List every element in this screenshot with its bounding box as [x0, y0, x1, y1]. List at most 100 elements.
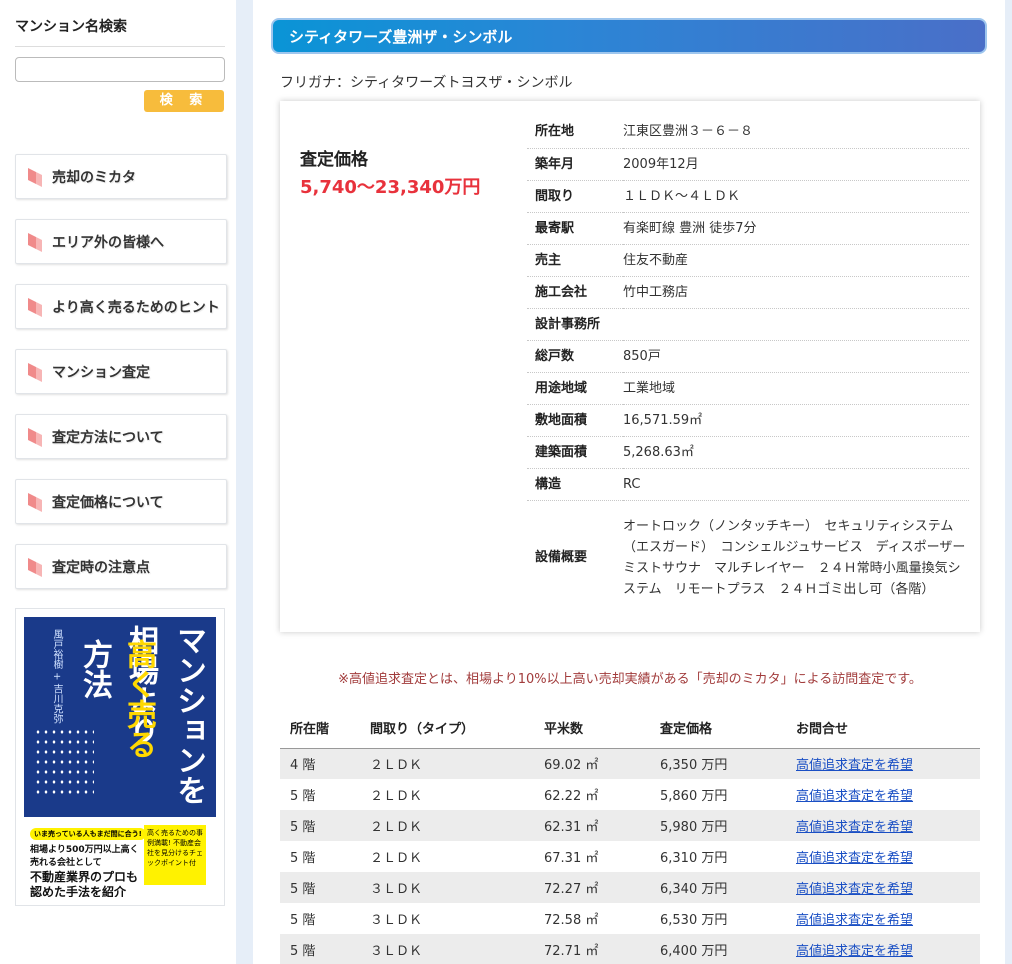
- inquiry-cell: 高値追求査定を希望: [786, 872, 980, 903]
- area-cell: 72.71 ㎡: [534, 934, 650, 964]
- layout-cell: ３ＬＤＫ: [360, 934, 534, 964]
- spec-value: RC: [623, 468, 969, 501]
- inquiry-link[interactable]: 高値追求査定を希望: [796, 944, 913, 959]
- inquiry-link[interactable]: 高値追求査定を希望: [796, 789, 913, 804]
- sidebar-item-label: 査定方法について: [52, 429, 164, 446]
- book-banner[interactable]: 風戸裕樹 + 吉川克弥 マンションを 相場より 高く売る 方法 いま売っている人も…: [15, 608, 225, 906]
- info-card: 査定価格 5,740～23,340万円 所在地 江東区豊洲３－６－８ 築年月 200…: [280, 101, 980, 632]
- spec-value: 竹中工務店: [623, 276, 969, 309]
- units-table: 所在階 間取り（タイプ） 平米数 査定価格 お問合せ 4 階 ２ＬＤＫ 69.0…: [280, 708, 980, 964]
- inquiry-link[interactable]: 高値追求査定を希望: [796, 882, 913, 897]
- price-cell: 6,530 万円: [660, 913, 728, 928]
- column-header: 所在階: [280, 708, 360, 749]
- table-row: 5 階 ３ＬＤＫ 72.58 ㎡ 6,530 万円 高値追求査定を希望: [280, 903, 980, 934]
- search-button[interactable]: 検 索: [144, 90, 224, 112]
- arrow-icon: [28, 557, 42, 577]
- inquiry-link[interactable]: 高値追求査定を希望: [796, 913, 913, 928]
- inquiry-link[interactable]: 高値追求査定を希望: [796, 851, 913, 866]
- arrow-icon: [28, 297, 42, 317]
- price-label: 査定価格: [300, 150, 368, 170]
- sidebar-item-label: より高く売るためのヒント: [52, 299, 220, 316]
- spec-key: 施工会社: [527, 276, 623, 309]
- book-cover: 風戸裕樹 + 吉川克弥 マンションを 相場より 高く売る 方法 いま売っている人も…: [24, 617, 216, 897]
- spec-row: 用途地域 工業地域: [527, 372, 969, 405]
- sidebar-item-notes[interactable]: 査定時の注意点: [15, 544, 227, 589]
- price-cell: 5,860 万円: [660, 789, 728, 804]
- spec-row: 間取り １ＬＤＫ～４ＬＤＫ: [527, 180, 969, 213]
- book-title-highlight: 高く売る: [121, 639, 156, 759]
- spec-value: 住友不動産: [623, 244, 969, 277]
- column-header: 査定価格: [650, 708, 786, 749]
- notice-text: ※高値追求査定とは、相場より10%以上高い売却実績がある「売却のミカタ」による訪…: [338, 672, 922, 687]
- spec-key: 構造: [527, 468, 623, 501]
- sidebar-item-mikata[interactable]: 売却のミカタ: [15, 154, 227, 199]
- search-title: マンション名検索: [15, 16, 225, 47]
- column-header: 間取り（タイプ）: [360, 708, 534, 749]
- sidebar-item-method[interactable]: 査定方法について: [15, 414, 227, 459]
- layout-cell: ２ＬＤＫ: [370, 789, 423, 804]
- sidebar-item-hints[interactable]: より高く売るためのヒント: [15, 284, 227, 329]
- table-row: 5 階 ２ＬＤＫ 67.31 ㎡ 6,310 万円 高値追求査定を希望: [280, 841, 980, 872]
- table-row: 5 階 ３ＬＤＫ 72.27 ㎡ 6,340 万円 高値追求査定を希望: [280, 872, 980, 903]
- spec-key: 所在地: [527, 116, 623, 149]
- page-title: シティタワーズ豊洲ザ・シンボル: [289, 27, 513, 46]
- spec-key: 間取り: [527, 180, 623, 213]
- layout-cell: ２ＬＤＫ: [360, 748, 534, 779]
- table-row: 4 階 ２ＬＤＫ 69.02 ㎡ 6,350 万円 高値追求査定を希望: [280, 748, 980, 779]
- sidebar-item-price[interactable]: 査定価格について: [15, 479, 227, 524]
- arrow-icon: [28, 232, 42, 252]
- spec-row: 総戸数 850戸: [527, 340, 969, 373]
- table-row: 5 階 ２ＬＤＫ 62.22 ㎡ 5,860 万円 高値追求査定を希望: [280, 779, 980, 810]
- sidebar-item-label: 査定時の注意点: [52, 559, 150, 576]
- price-cell: 6,340 万円: [650, 872, 786, 903]
- spec-row: 売主 住友不動産: [527, 244, 969, 277]
- spec-row: 建築面積 5,268.63㎡: [527, 436, 969, 469]
- spec-value: オートロック（ノンタッチキー） セキュリティシステム（エスガード） コンシェルジ…: [623, 518, 979, 597]
- spec-key: 用途地域: [527, 372, 623, 405]
- inquiry-link[interactable]: 高値追求査定を希望: [796, 758, 913, 773]
- inquiry-cell: 高値追求査定を希望: [786, 748, 980, 779]
- floor-cell: 5 階: [280, 934, 360, 964]
- units-header-row: 所在階 間取り（タイプ） 平米数 査定価格 お問合せ: [280, 708, 980, 749]
- spec-row: 所在地 江東区豊洲３－６－８: [527, 116, 969, 149]
- inquiry-cell: 高値追求査定を希望: [786, 810, 980, 841]
- inquiry-link[interactable]: 高値追求査定を希望: [796, 820, 913, 835]
- inquiry-cell: 高値追求査定を希望: [786, 779, 980, 810]
- inquiry-cell: 高値追求査定を希望: [786, 903, 980, 934]
- sidebar-item-label: 査定価格について: [52, 494, 164, 511]
- search-input[interactable]: [15, 57, 225, 82]
- spec-value: 5,268.63㎡: [623, 436, 969, 469]
- area-cell: 72.27 ㎡: [534, 872, 650, 903]
- book-feature-box: 高く売るための事例満載! 不動産会社を見分けるチェックポイント付: [144, 825, 206, 885]
- floor-cell: 4 階: [280, 748, 360, 779]
- sidebar-item-label: マンション査定: [52, 364, 150, 381]
- book-badge: いま売っている人もまだ間に合う!: [30, 828, 146, 840]
- spec-key: 最寄駅: [527, 212, 623, 245]
- sidebar-item-outside-area[interactable]: エリア外の皆様へ: [15, 219, 227, 264]
- floor-cell: 5 階: [280, 810, 360, 841]
- spec-key: 建築面積: [527, 436, 623, 469]
- floor-cell: 5 階: [290, 851, 316, 866]
- spec-row: 設備概要 オートロック（ノンタッチキー） セキュリティシステム（エスガード） コン…: [527, 500, 979, 615]
- furigana: フリガナ：シティタワーズトヨスザ・シンボル: [280, 75, 573, 91]
- inquiry-cell: 高値追求査定を希望: [786, 934, 980, 964]
- book-subtitle-bold: 不動産業界のプロも認めた手法を紹介: [30, 870, 139, 897]
- column-header: 平米数: [534, 708, 650, 749]
- spec-value: 16,571.59㎡: [623, 404, 969, 437]
- sidebar-item-appraisal[interactable]: マンション査定: [15, 349, 227, 394]
- spec-value: 2009年12月: [623, 148, 969, 181]
- price-cell: 6,350 万円: [650, 748, 786, 779]
- spec-value: 工業地域: [623, 372, 969, 405]
- spec-key: 敷地面積: [527, 404, 623, 437]
- title-bar: シティタワーズ豊洲ザ・シンボル: [271, 18, 987, 54]
- arrow-icon: [28, 167, 42, 187]
- column-header: お問合せ: [786, 708, 980, 749]
- spec-key: 設計事務所: [527, 308, 623, 341]
- arrow-icon: [28, 362, 42, 382]
- arrow-icon: [28, 427, 42, 447]
- sidebar-item-label: エリア外の皆様へ: [52, 234, 164, 251]
- spec-row: 施工会社 竹中工務店: [527, 276, 969, 309]
- price-cell: 6,400 万円: [650, 934, 786, 964]
- spec-value: [623, 308, 969, 341]
- spec-key: 総戸数: [527, 340, 623, 373]
